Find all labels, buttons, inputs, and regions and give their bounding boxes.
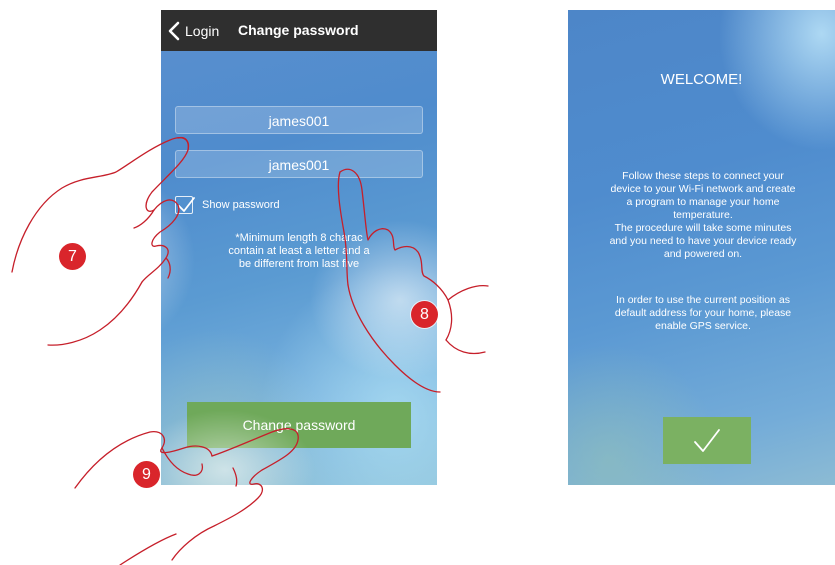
change-password-screen: Login Change password james001 james001 … (161, 10, 437, 485)
intro-line: and you need to have your device ready (609, 235, 797, 247)
intro-line: temperature. (673, 209, 733, 221)
intro-line: and powered on. (663, 248, 743, 260)
intro-line: device to your Wi-Fi network and create (610, 183, 796, 195)
new-password-field[interactable]: james001 (175, 106, 423, 134)
chevron-left-icon (168, 21, 180, 41)
gps-notice-text: In order to use the current position as … (578, 294, 828, 333)
show-password-checkbox[interactable] (175, 196, 195, 214)
hint-line: contain at least a letter and a (228, 245, 370, 257)
gps-line: enable GPS service. (655, 320, 751, 332)
intro-line: The procedure will take some minutes (614, 222, 792, 234)
gps-line: In order to use the current position as (616, 294, 790, 306)
hint-line: be different from last five (238, 258, 360, 270)
confirm-button[interactable] (663, 417, 751, 464)
password-requirements-text: *Minimum length 8 charac contain at leas… (175, 232, 423, 271)
show-password-label: Show password (202, 199, 280, 211)
intro-line: a program to manage your home (626, 196, 780, 208)
step-badge: 7 (59, 243, 86, 270)
welcome-intro-text: Follow these steps to connect your devic… (578, 170, 828, 261)
checkmark-icon (694, 429, 720, 452)
change-password-button[interactable]: Change password (187, 402, 411, 448)
confirm-password-field[interactable]: james001 (175, 150, 423, 178)
welcome-title: WELCOME! (660, 71, 743, 88)
top-navigation-bar: Login Change password (161, 10, 437, 51)
intro-line: Follow these steps to connect your (622, 170, 784, 182)
page-title: Change password (238, 22, 359, 38)
back-label: Login (185, 23, 220, 39)
show-password-toggle[interactable]: Show password (175, 196, 280, 214)
back-to-login-button[interactable]: Login (168, 20, 219, 42)
welcome-screen: WELCOME! Follow these steps to connect y… (568, 10, 835, 485)
gps-line: default address for your home, please (614, 307, 792, 319)
step-badge: 9 (133, 461, 160, 488)
step-badge: 8 (411, 301, 438, 328)
hint-line: *Minimum length 8 charac (235, 232, 363, 244)
checkmark-icon (178, 197, 195, 212)
